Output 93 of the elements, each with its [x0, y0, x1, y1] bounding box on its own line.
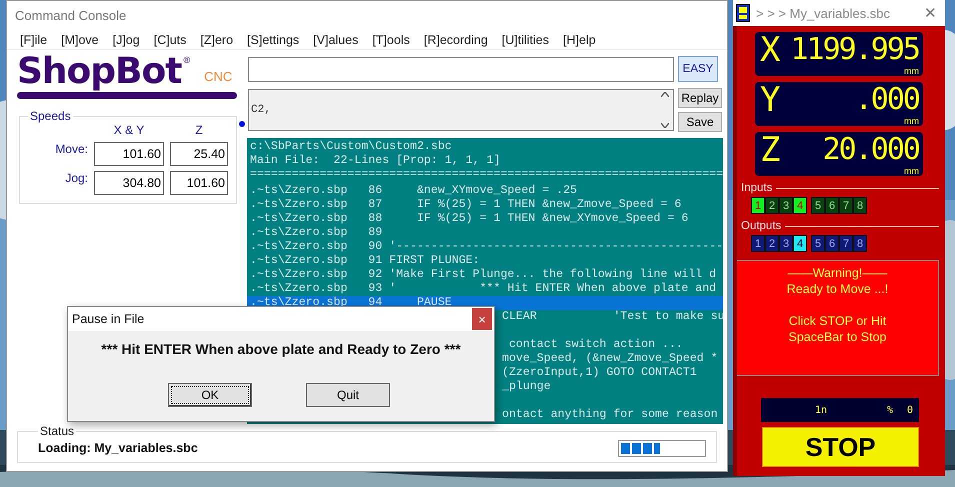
menu-item[interactable]: [S]ettings [240, 32, 306, 47]
console-line: .~ts\Zzero.sbp 90 '----------------------------------------------- [250, 240, 723, 254]
row-label: Jog: [64, 171, 88, 186]
axis-value: 20.000 [822, 134, 919, 166]
dialog-title: Pause in File [72, 312, 144, 326]
console-header: c:\SbParts\Custom\Custom2.sbc [250, 140, 452, 154]
row-label: Move: [54, 142, 88, 156]
axis-label: Y [760, 84, 780, 116]
axis-label: X [760, 34, 780, 66]
scroll-down-icon[interactable] [661, 123, 669, 128]
indicator-led: 8 [853, 197, 867, 214]
readout-unit: 1n [815, 404, 828, 416]
app-icon [736, 4, 750, 22]
console-line: ontact anything for some reason [502, 408, 718, 422]
console-line: _plunge [502, 380, 551, 394]
warning-text: ——Warning!—— [788, 265, 888, 281]
indicator-led: 4 [793, 197, 807, 214]
menu-item[interactable]: [Z]ero [193, 32, 240, 47]
close-button[interactable]: × [472, 308, 492, 330]
warning-text: Click STOP or Hit [788, 313, 886, 329]
indicator-led: 2 [765, 235, 779, 252]
close-button[interactable]: ✕ [924, 4, 945, 22]
indicator-led: 7 [839, 197, 853, 214]
menu-item[interactable]: [R]ecording [416, 32, 495, 47]
console-header: ==================================================================== [250, 168, 723, 182]
command-field[interactable] [248, 56, 674, 82]
console-line: .~ts\Zzero.sbp 86 &new_XYmove_Speed = .25 [250, 184, 577, 198]
console-line: (ZzeroInput,1) GOTO CONTACT1 [502, 366, 697, 380]
window-title: Command Console [14, 6, 128, 25]
console-line: .~ts\Zzero.sbp 89 [250, 226, 382, 240]
dialog-message: *** Hit ENTER When above plate and Ready to Zero *** [100, 341, 462, 357]
console-line: .~ts\Zzero.sbp 92 'Make First Plunge... the following line will d [250, 268, 716, 282]
replay-button[interactable]: Replay [678, 88, 722, 108]
indicator-led: 7 [839, 235, 853, 252]
speed-field[interactable]: 101.60 [170, 171, 228, 196]
console-line: .~ts\Zzero.sbp 88 IF %(25) = 1 THEN &new_XYmove_Speed = 6 [250, 212, 688, 226]
console-line: contact switch action ... [508, 338, 683, 352]
indicator-dot [239, 121, 245, 128]
indicator-led: 8 [853, 235, 867, 252]
menu-item[interactable]: [U]tilities [494, 32, 556, 47]
warning-text: SpaceBar to Stop [788, 329, 886, 345]
window-title: > > > My_variables.sbc [756, 6, 892, 20]
section-title: Inputs [741, 182, 772, 194]
status-text: Loading: My_variables.sbc [38, 441, 198, 456]
indicator-led: 5 [811, 197, 825, 214]
dialog-button[interactable]: OK [168, 383, 252, 407]
axis-value: .000 [854, 84, 919, 116]
indicator-led: 1 [751, 235, 765, 252]
menu-item[interactable]: [F]ile [13, 32, 54, 47]
axis-label: Z [760, 134, 780, 166]
save-button[interactable]: Save [678, 112, 722, 132]
indicator-led: 5 [811, 235, 825, 252]
console-line: move_Speed, (&new_Zmove_Speed * [502, 352, 718, 366]
console-line: .~ts\Zzero.sbp 94 PAUSE [250, 296, 452, 310]
menu-item[interactable]: [C]uts [146, 32, 194, 47]
console-line: .~ts\Zzero.sbp 87 IF %(25) = 1 THEN &new_Zmove_Speed = 6 [250, 198, 682, 212]
scroll-up-icon[interactable] [661, 92, 669, 98]
menu-item[interactable]: [J]og [106, 32, 147, 47]
logo-suffix: CNC [204, 69, 232, 84]
speed-field[interactable]: 101.60 [94, 142, 164, 166]
unit-label: mm [904, 166, 919, 176]
stop-button[interactable]: STOP [762, 427, 919, 467]
unit-label: mm [904, 66, 919, 76]
indicator-led: 3 [779, 197, 793, 214]
indicator-led: 4 [793, 235, 807, 252]
indicator-led: 3 [779, 235, 793, 252]
menu-item[interactable]: [M]ove [54, 32, 106, 47]
console-line: .~ts\Zzero.sbp 91 FIRST PLUNGE: [250, 254, 480, 268]
readout-value: 0 [906, 404, 913, 416]
section-title: Outputs [741, 220, 782, 232]
dialog-button[interactable]: Quit [306, 383, 390, 407]
speed-field[interactable]: 25.40 [170, 142, 228, 166]
unit-label: mm [904, 116, 919, 126]
indicator-led: 6 [825, 235, 839, 252]
column-header: X & Y [112, 123, 146, 138]
logo-text: ShopBot [17, 53, 182, 92]
menu-item[interactable]: [T]ools [365, 32, 417, 47]
indicator-led: 1 [751, 197, 765, 214]
group-title: Speeds [29, 109, 72, 124]
console-header: Main File: 22-Lines [Prop: 1, 1, 1] [250, 154, 500, 168]
warning-text: Ready to Move ...! [786, 281, 888, 297]
indicator-led: 6 [825, 197, 839, 214]
easy-button[interactable]: EASY [678, 56, 718, 82]
readout-percent: % [886, 404, 893, 416]
column-header: Z [194, 123, 204, 138]
logo-mark: ® [183, 55, 190, 66]
speed-field[interactable]: 304.80 [94, 171, 164, 196]
menu-item[interactable]: [V]alues [306, 32, 366, 47]
group-title: Status [39, 424, 76, 438]
axis-value: 1199.995 [790, 34, 919, 66]
menu-item[interactable]: [H]elp [556, 32, 603, 47]
console-line: .~ts\Zzero.sbp 93 ' *** Hit ENTER When above plate and [250, 282, 716, 296]
indicator-led: 2 [765, 197, 779, 214]
